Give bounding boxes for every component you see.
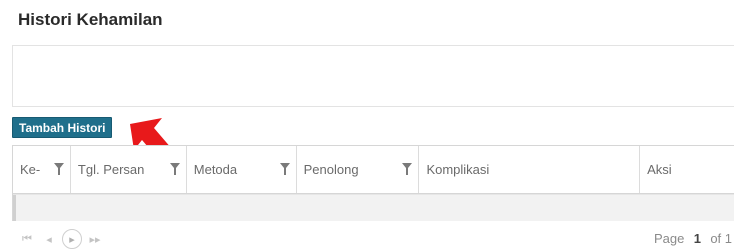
filter-icon[interactable]	[53, 163, 64, 175]
column-header-penolong[interactable]: Penolong	[297, 146, 420, 193]
column-label: Komplikasi	[426, 162, 490, 177]
column-header-aksi[interactable]: Aksi	[640, 146, 734, 193]
column-label: Metoda	[193, 162, 238, 177]
page-total: of 1	[710, 231, 732, 246]
column-header-komplikasi[interactable]: Komplikasi	[419, 146, 641, 193]
column-label: Penolong	[303, 162, 359, 177]
prev-page-icon[interactable]: ◂	[40, 230, 58, 248]
page-label: Page	[653, 231, 685, 246]
column-header-metoda[interactable]: Metoda	[187, 146, 297, 193]
first-page-icon[interactable]: ⏮︎	[18, 230, 36, 248]
filter-icon[interactable]	[169, 163, 180, 175]
column-label: Tgl. Persan	[77, 162, 145, 177]
pager-controls: ⏮︎ ◂ ▸ ▸▸	[18, 229, 104, 249]
filter-icon[interactable]	[279, 163, 290, 175]
column-label: Ke-	[20, 162, 41, 177]
column-label: Aksi	[647, 162, 672, 177]
column-header-tgl-persalinan[interactable]: Tgl. Persan	[71, 146, 187, 193]
grid-empty-row	[13, 195, 734, 221]
page-info: Page 1 of 1	[654, 231, 732, 246]
next-page-icon[interactable]: ▸	[62, 229, 82, 249]
filter-icon[interactable]	[402, 163, 413, 175]
history-grid: Ke- Tgl. Persan Metoda Penolong Komplika…	[12, 145, 734, 221]
column-header-ke[interactable]: Ke-	[13, 146, 71, 193]
section-title: Histori Kehamilan	[18, 10, 163, 29]
page-number-input[interactable]: 1	[690, 231, 704, 246]
add-history-button[interactable]: Tambah Histori	[12, 117, 113, 138]
last-page-icon[interactable]: ▸▸	[86, 230, 104, 248]
grid-body	[13, 194, 734, 221]
info-panel	[12, 45, 734, 107]
grid-header: Ke- Tgl. Persan Metoda Penolong Komplika…	[13, 146, 734, 194]
